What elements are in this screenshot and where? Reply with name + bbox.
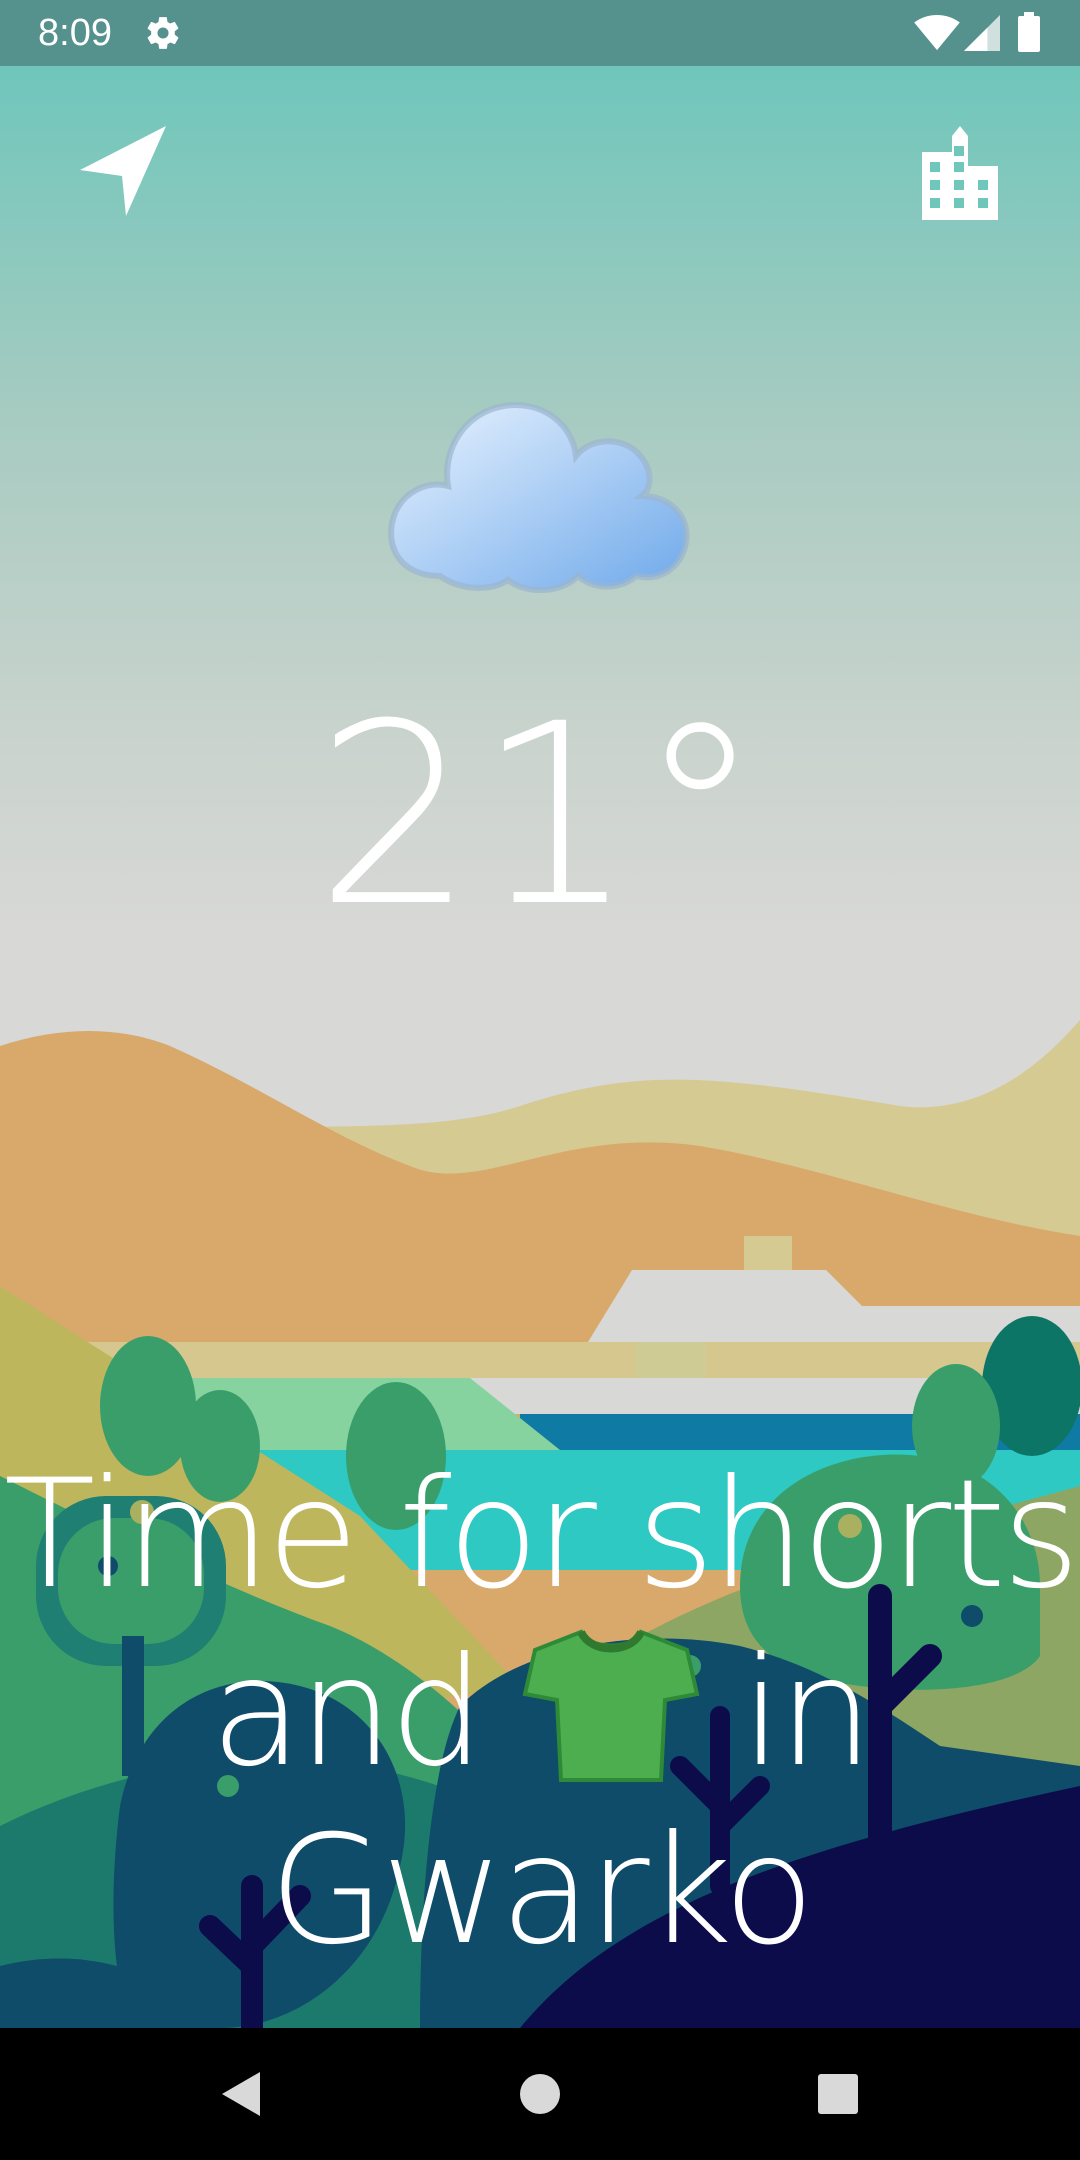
navigation-arrow-icon[interactable] <box>74 120 174 220</box>
status-bar: 8:09 <box>0 0 1080 66</box>
gear-icon <box>147 17 179 49</box>
navigation-bar <box>0 2028 1080 2160</box>
home-icon[interactable] <box>518 2072 562 2116</box>
recommendation-and: and <box>210 1626 485 1800</box>
tshirt-icon <box>522 1629 700 1782</box>
city-buildings-icon[interactable] <box>912 116 1008 220</box>
recommendation-in: in <box>740 1626 874 1800</box>
weather-app: 21° Time for shorts and in Gwarko <box>0 66 1080 2028</box>
back-icon[interactable] <box>216 2068 268 2120</box>
screen: 8:09 21° Time for shorts and in Gwarko <box>0 0 1080 2160</box>
wifi-icon <box>914 14 960 51</box>
battery-icon <box>1018 12 1040 52</box>
recommendation-line-2: and in <box>0 1624 1080 1802</box>
signal-icon <box>964 15 1000 51</box>
clothing-recommendation: Time for shorts and in Gwarko <box>0 1446 1080 1980</box>
status-time: 8:09 <box>38 12 112 54</box>
cloud-icon <box>388 402 690 593</box>
recents-icon[interactable] <box>816 2072 860 2116</box>
temperature-display: 21° <box>315 670 765 961</box>
location-name: Gwarko <box>269 1804 815 1978</box>
recommendation-line-1: Time for shorts <box>3 1448 1080 1622</box>
